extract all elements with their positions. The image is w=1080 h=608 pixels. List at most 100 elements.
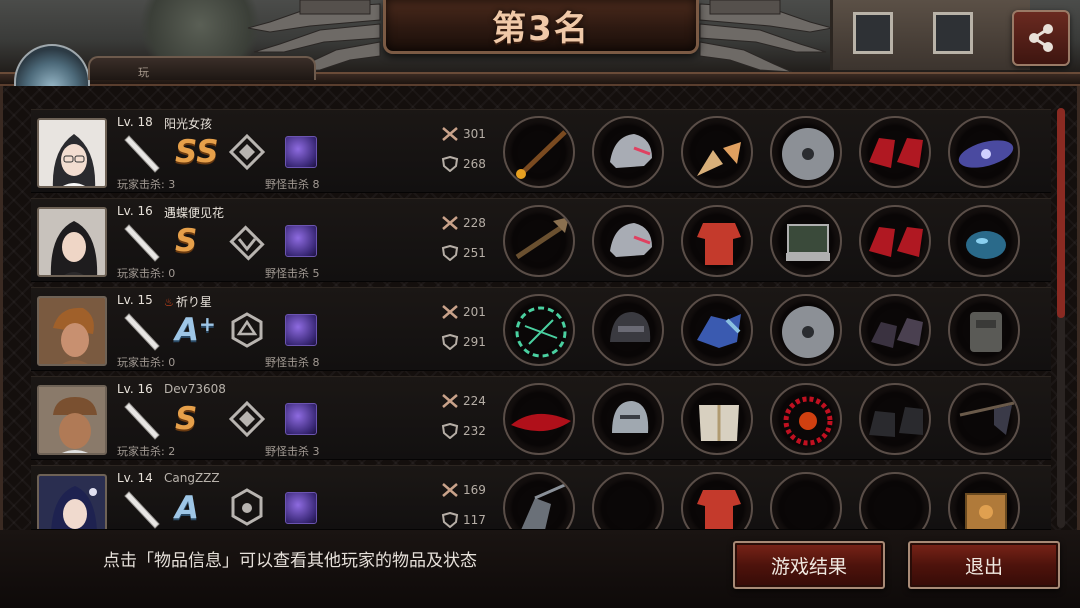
player-kills: 玩家击杀: 0 [117,267,176,280]
bat-icon [124,402,160,440]
attack-stat: 169 [441,482,486,498]
player-avatar[interactable] [37,385,107,455]
bat-icon [124,313,160,351]
exit-button[interactable]: 退出 [908,541,1060,589]
player-level: Lv. 14 [117,471,153,485]
item-slot-weapon[interactable] [503,294,575,366]
item-slot-accessory[interactable] [948,116,1020,188]
player-row[interactable]: Lv. 18 阳光女孩 SS 玩家击杀: 3 野怪击杀 8 301 268 [31,109,1051,193]
item-slot-empty[interactable] [859,472,931,529]
player-grade-plus: + [199,312,216,336]
item-slot-weapon[interactable] [503,116,575,188]
player-name: CangZZZ [164,471,220,485]
player-list-panel[interactable]: Lv. 18 阳光女孩 SS 玩家击杀: 3 野怪击杀 8 301 268 Lv… [0,86,1080,530]
player-kills: 玩家击杀: 3 [117,178,176,191]
item-slot-helmet[interactable] [592,294,664,366]
shield-icon [441,245,459,261]
item-slot-armor[interactable] [681,116,753,188]
monster-kills: 野怪击杀 8 [265,356,320,369]
sword-icon [442,394,458,408]
item-slot-accessory[interactable] [948,294,1020,366]
scrollbar-thumb[interactable] [1057,108,1065,318]
item-slot-shoes[interactable] [859,116,931,188]
item-slot-disc[interactable] [770,294,842,366]
player-kills: 玩家击杀: 2 [117,445,176,458]
player-name: 阳光女孩 [164,117,213,131]
player-avatar[interactable] [37,118,107,188]
player-level: Lv. 15 [117,293,153,307]
rank-title: 第3名 [492,9,590,49]
bat-icon [124,135,160,173]
attack-stat: 224 [441,393,486,409]
defense-stat: 268 [441,156,486,172]
item-slot-box[interactable] [948,472,1020,529]
player-level: Lv. 16 [117,204,153,218]
shield-icon [441,512,459,528]
player-avatar[interactable] [37,207,107,277]
item-slot-weapon[interactable] [503,383,575,455]
emblem-icon [228,133,266,171]
item-slot-device[interactable] [770,205,842,277]
item-slot-armor[interactable] [681,205,753,277]
item-slot-empty[interactable] [592,472,664,529]
attack-value: 224 [463,394,486,408]
monster-kills: 野怪击杀 5 [265,267,320,280]
emblem-icon [231,488,263,526]
sword-icon [442,305,458,319]
sword-icon [442,216,458,230]
item-slot-empty[interactable] [770,472,842,529]
monster-card-icon [285,403,317,435]
sub-plate: 玩 [88,56,316,80]
shield-icon [441,156,459,172]
background-window [853,12,893,54]
player-grade-letter: A [175,312,199,348]
defense-stat: 232 [441,423,486,439]
player-grade: SS [175,134,219,170]
item-slot-armor[interactable] [681,383,753,455]
hint-text: 点击「物品信息」可以查看其他玩家的物品及状态 [103,551,477,571]
player-avatar[interactable] [37,474,107,529]
player-row[interactable]: Lv. 14 CangZZZ A 169 117 [31,465,1051,530]
player-level: Lv. 18 [117,115,153,129]
attack-value: 228 [463,216,486,230]
monster-kills: 野怪击杀 3 [265,445,320,458]
player-name-text: 祈り星 [175,295,212,309]
player-row[interactable]: Lv. 15 ♨ 祈り星 A+ 玩家击杀: 0 野怪击杀 8 201 291 [31,287,1051,371]
wing-ornament-right [699,0,833,72]
attack-value: 301 [463,127,486,141]
item-slot-helmet[interactable] [592,205,664,277]
item-slot-special[interactable] [948,383,1020,455]
item-slot-weapon[interactable] [503,205,575,277]
item-slot-shoes[interactable] [859,383,931,455]
defense-value: 232 [463,424,486,438]
monster-card-icon [285,314,317,346]
player-avatar[interactable] [37,296,107,366]
item-slot-shoes[interactable] [859,205,931,277]
player-row[interactable]: Lv. 16 Dev73608 S 玩家击杀: 2 野怪击杀 3 224 232 [31,376,1051,460]
attack-value: 201 [463,305,486,319]
player-grade: S [175,401,198,437]
item-slot-helmet[interactable] [592,116,664,188]
item-slot-disc[interactable] [770,116,842,188]
item-slot-accessory[interactable] [948,205,1020,277]
item-slot-accessory[interactable] [770,383,842,455]
sub-plate-label: 玩 [138,66,149,79]
share-icon [1029,24,1053,52]
share-button[interactable] [1012,10,1070,66]
game-result-button[interactable]: 游戏结果 [733,541,885,589]
item-slot-armor[interactable] [681,472,753,529]
defense-stat: 117 [441,512,486,528]
item-slot-shoes[interactable] [859,294,931,366]
item-slot-armor[interactable] [681,294,753,366]
bat-icon [124,224,160,262]
emblem-icon [229,225,265,261]
defense-value: 251 [463,246,486,260]
shield-icon [441,423,459,439]
attack-stat: 201 [441,304,486,320]
player-name: ♨ 祈り星 [164,293,212,310]
player-row[interactable]: Lv. 16 遇蝶便见花 S 玩家击杀: 0 野怪击杀 5 228 251 [31,198,1051,282]
emblem-icon [231,312,263,348]
item-slot-weapon[interactable] [503,472,575,529]
item-slot-helmet[interactable] [592,383,664,455]
monster-card-icon [285,136,317,168]
